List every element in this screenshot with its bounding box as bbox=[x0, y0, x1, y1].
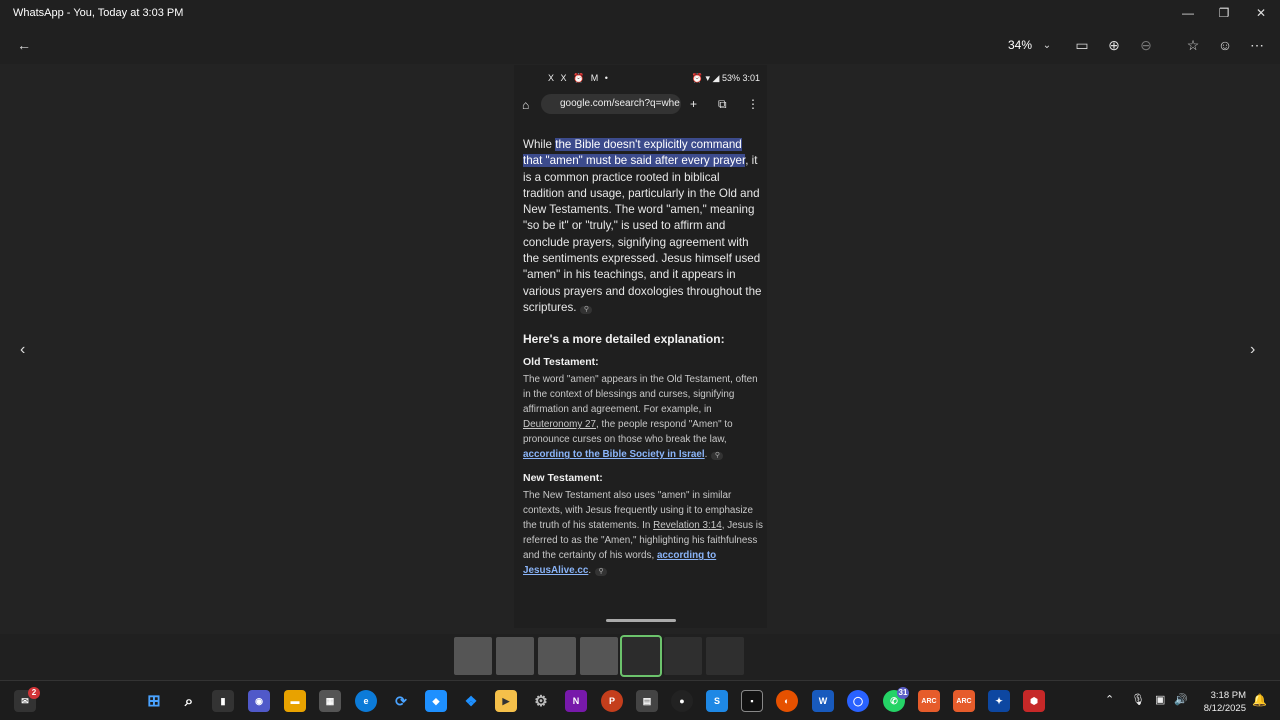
subheading: Here's a more detailed explanation: bbox=[523, 332, 725, 347]
chevron-up-icon[interactable]: ⌃ bbox=[1105, 693, 1114, 706]
task-view-icon[interactable]: ▮ bbox=[212, 690, 234, 712]
phone-screenshot: X X ⏰ M • ⏰ ▾ ◢ 53% 3:01 ⌂ google.com/se… bbox=[514, 65, 767, 628]
network-icon[interactable]: ▣ bbox=[1155, 693, 1165, 706]
notification-badge: 2 bbox=[28, 687, 40, 699]
star-icon[interactable]: ☆ bbox=[1182, 34, 1204, 56]
intro-post: , it is a common practice rooted in bibl… bbox=[523, 154, 762, 314]
taskbar: ✉ 2 ⊞ ⌕ ▮ ◉ ▬ ▦ e ⟳ ◆ ❖ ▶ ⚙ N P ▤ ● S ▪ ◐… bbox=[0, 680, 1280, 720]
whatsapp-icon[interactable]: ✆ 31 bbox=[883, 687, 909, 712]
thumbnail-selected[interactable] bbox=[620, 635, 662, 677]
actual-size-icon[interactable]: ▭ bbox=[1071, 34, 1093, 56]
thumbnail[interactable] bbox=[496, 637, 534, 675]
bell-icon[interactable]: 🔔 bbox=[1252, 693, 1267, 707]
menu-icon: ⋮ bbox=[747, 97, 759, 111]
thumbnail-strip bbox=[454, 635, 744, 677]
thumbnail[interactable] bbox=[538, 637, 576, 675]
new-testament-text: The New Testament also uses "amen" in si… bbox=[523, 490, 763, 577]
next-image-icon[interactable]: › bbox=[1250, 341, 1255, 359]
zoom-out-icon[interactable]: ⊖ bbox=[1135, 34, 1157, 56]
calculator-icon[interactable]: ▦ bbox=[319, 690, 341, 712]
calendar-icon[interactable]: ▤ bbox=[636, 690, 658, 712]
window-title: WhatsApp - You, Today at 3:03 PM bbox=[13, 7, 184, 19]
chevron-down-icon[interactable]: ⌄ bbox=[1036, 34, 1058, 56]
chat-icon[interactable]: ◉ bbox=[248, 690, 270, 712]
app-s-icon[interactable]: S bbox=[706, 690, 728, 712]
emoji-icon[interactable]: ☺ bbox=[1214, 34, 1236, 56]
store-icon[interactable]: ◆ bbox=[425, 690, 447, 712]
dropbox-icon[interactable]: ❖ bbox=[460, 690, 482, 712]
clock-date: 8/12/2025 bbox=[1203, 703, 1246, 714]
title-bar: WhatsApp - You, Today at 3:03 PM — ❐ ✕ bbox=[0, 0, 1280, 26]
settings-gear-icon[interactable]: ⚙ bbox=[530, 690, 552, 712]
terminal-icon[interactable]: ▪ bbox=[741, 690, 763, 712]
edge-icon[interactable]: e bbox=[355, 690, 377, 712]
minimize-button[interactable]: — bbox=[1170, 0, 1206, 26]
link-icon: ⚲ bbox=[595, 568, 608, 577]
volume-icon[interactable]: 🔊 bbox=[1174, 693, 1188, 706]
file-explorer-icon[interactable]: ▬ bbox=[284, 690, 306, 712]
more-options-icon[interactable]: ⋯ bbox=[1246, 34, 1268, 56]
app-red-icon[interactable]: ⬢ bbox=[1023, 690, 1045, 712]
gesture-bar bbox=[606, 619, 676, 622]
word-icon[interactable]: W bbox=[812, 690, 834, 712]
powerpoint-icon[interactable]: P bbox=[601, 690, 623, 712]
answer-intro: While the Bible doesn't explicitly comma… bbox=[523, 137, 763, 316]
previous-image-icon[interactable]: ‹ bbox=[20, 341, 25, 359]
restore-button[interactable]: ❐ bbox=[1206, 0, 1242, 26]
thumbnail[interactable] bbox=[706, 637, 744, 675]
url-field: google.com/search?q=whe bbox=[541, 94, 681, 114]
phone-status-bar: X X ⏰ M • ⏰ ▾ ◢ 53% 3:01 bbox=[514, 65, 767, 91]
notification-icon[interactable]: ✉ 2 bbox=[14, 687, 40, 712]
browser-url-bar: ⌂ google.com/search?q=whe + ⧉ ⋮ bbox=[514, 91, 767, 119]
link-icon: ⚲ bbox=[580, 305, 593, 314]
ot-pre: The word "amen" appears in the Old Testa… bbox=[523, 374, 758, 416]
app-wrench-icon[interactable]: ✦ bbox=[988, 690, 1010, 712]
old-testament-heading: Old Testament: bbox=[523, 356, 599, 369]
arc-icon[interactable]: ARC bbox=[918, 690, 940, 712]
ot-source-link: according to the Bible Society in Israel bbox=[523, 449, 705, 461]
zoom-level[interactable]: 34% bbox=[1008, 38, 1032, 52]
old-testament-text: The word "amen" appears in the Old Testa… bbox=[523, 374, 758, 461]
clock-time: 3:18 PM bbox=[1210, 690, 1246, 701]
app-blue-icon[interactable]: ◯ bbox=[847, 690, 869, 712]
new-testament-heading: New Testament: bbox=[523, 472, 603, 485]
thumbnail[interactable] bbox=[580, 637, 618, 675]
onenote-icon[interactable]: N bbox=[565, 690, 587, 712]
new-tab-icon: + bbox=[690, 97, 698, 111]
microphone-icon[interactable]: 🎙 bbox=[1131, 693, 1145, 706]
app-orange-icon[interactable]: ◐ bbox=[776, 690, 798, 712]
divider bbox=[514, 119, 767, 129]
thumbnail[interactable] bbox=[664, 637, 702, 675]
intro-pre: While bbox=[523, 138, 556, 151]
home-icon: ⌂ bbox=[522, 98, 530, 112]
viewer-toolbar: ← 34% ⌄ ▭ ⊕ ⊖ ☆ ☺ ⋯ bbox=[0, 26, 1280, 64]
arc-icon-2[interactable]: ARC bbox=[953, 690, 975, 712]
status-notifications: X X ⏰ M • bbox=[548, 73, 610, 83]
app-icon[interactable]: ● bbox=[671, 690, 693, 712]
ot-reference: Deuteronomy 27 bbox=[523, 419, 597, 431]
thumbnail[interactable] bbox=[454, 637, 492, 675]
system-clock[interactable]: 3:18 PM 8/12/2025 bbox=[1196, 689, 1246, 715]
back-arrow-icon[interactable]: ← bbox=[13, 34, 35, 56]
whatsapp-badge: 31 bbox=[897, 687, 909, 699]
start-icon[interactable]: ⊞ bbox=[143, 690, 165, 712]
search-answer: While the Bible doesn't explicitly comma… bbox=[523, 137, 763, 578]
nt-reference: Revelation 3:14 bbox=[653, 520, 722, 532]
zoom-in-icon[interactable]: ⊕ bbox=[1103, 34, 1125, 56]
search-icon[interactable]: ⌕ bbox=[178, 690, 200, 712]
intro-highlight: the Bible doesn't explicitly command tha… bbox=[523, 138, 746, 168]
sync-icon[interactable]: ⟳ bbox=[390, 690, 412, 712]
link-icon: ⚲ bbox=[711, 452, 724, 461]
media-icon[interactable]: ▶ bbox=[495, 690, 517, 712]
status-indicators: ⏰ ▾ ◢ 53% 3:01 bbox=[691, 73, 760, 83]
close-button[interactable]: ✕ bbox=[1243, 0, 1279, 26]
tabs-icon: ⧉ bbox=[718, 97, 727, 111]
